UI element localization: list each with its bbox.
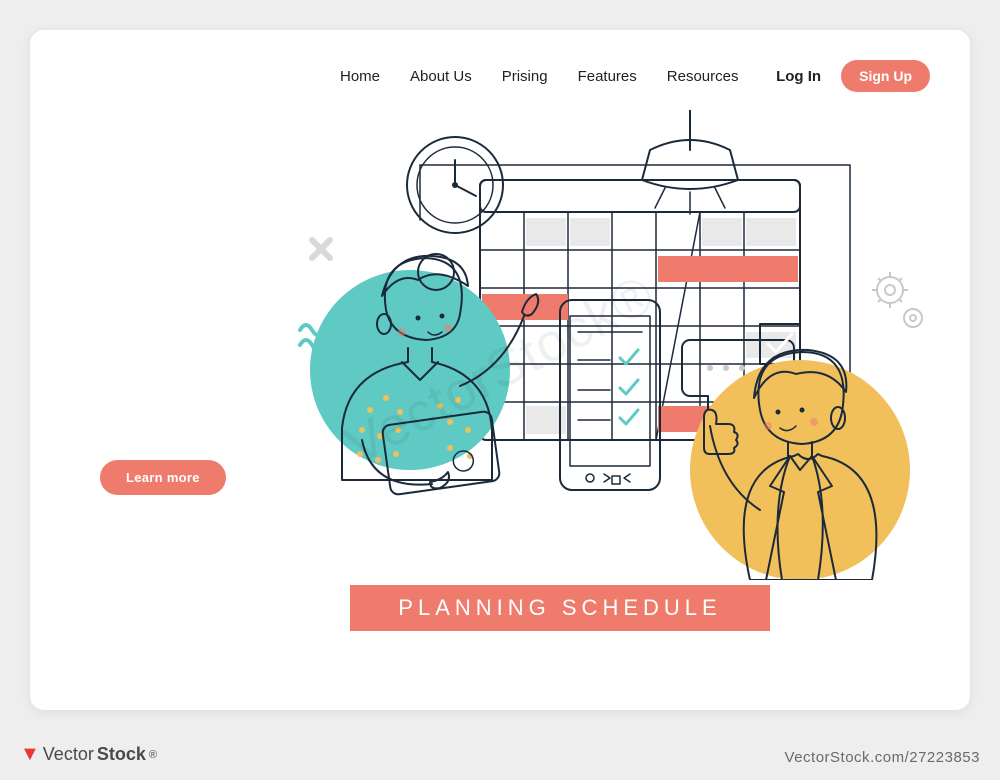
deco-x-icon	[312, 240, 330, 258]
signup-button[interactable]: Sign Up	[841, 60, 930, 92]
nav-resources[interactable]: Resources	[667, 68, 739, 85]
man-avatar-icon	[690, 350, 910, 580]
hero-title-banner: PLANNING SCHEDULE	[350, 585, 770, 631]
nav-pricing[interactable]: Prising	[502, 68, 548, 85]
landing-card: Home About Us Prising Features Resources…	[30, 30, 970, 710]
woman-avatar-icon	[310, 254, 538, 495]
nav-right: Log In Sign Up	[776, 60, 930, 92]
lamp-icon	[642, 110, 738, 214]
deco-gears-icon	[872, 272, 922, 327]
brand-b: Stock	[97, 744, 146, 765]
nav-home[interactable]: Home	[340, 68, 380, 85]
login-link[interactable]: Log In	[776, 68, 821, 85]
vectorstock-logo: ▼ VectorStock®	[20, 743, 157, 766]
vectorstock-id: VectorStock.com/27223853	[785, 749, 980, 766]
brand-a: Vector	[43, 744, 94, 765]
nav-features[interactable]: Features	[578, 68, 637, 85]
phone-icon	[560, 300, 660, 490]
learn-more-button[interactable]: Learn more	[100, 460, 226, 495]
nav-links: Home About Us Prising Features Resources	[340, 68, 738, 85]
hero-illustration	[290, 110, 930, 580]
hero-title: PLANNING SCHEDULE	[398, 595, 721, 621]
clock-icon	[407, 137, 503, 233]
nav-about[interactable]: About Us	[410, 68, 472, 85]
